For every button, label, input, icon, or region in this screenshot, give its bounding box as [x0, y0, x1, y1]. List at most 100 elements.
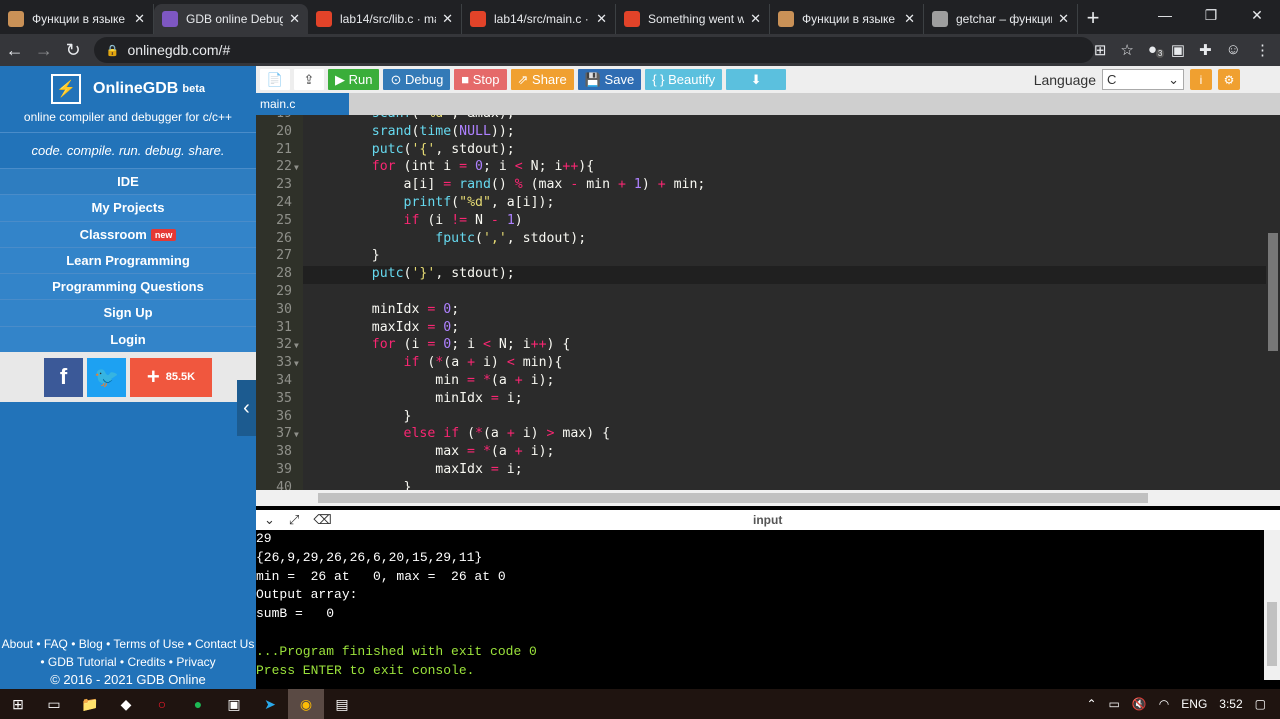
console-scrollbar[interactable] — [1264, 530, 1280, 680]
beautify-button[interactable]: { } Beautify — [645, 69, 723, 90]
back-icon[interactable]: ← — [0, 40, 29, 61]
app-icon[interactable]: ◆ — [108, 689, 144, 719]
close-icon[interactable]: ✕ — [750, 11, 761, 27]
browser-tab[interactable]: Something went w ✕ — [616, 4, 770, 34]
logo-beta: beta — [182, 83, 205, 95]
url-bar[interactable]: 🔒 onlinegdb.com/# — [93, 37, 1094, 63]
gear-icon[interactable]: ⚙ — [1218, 69, 1240, 90]
extension-icon[interactable]: ▣ — [1171, 41, 1185, 59]
extension-badge-icon[interactable]: ● 3 — [1148, 41, 1165, 59]
minimize-icon[interactable]: — — [1142, 0, 1188, 30]
windows-start-icon[interactable]: ⊞ — [0, 689, 36, 719]
footer-links-2[interactable]: • GDB Tutorial • Credits • Privacy — [0, 653, 256, 671]
spotify-icon[interactable]: ● — [180, 689, 216, 719]
editor-vertical-scrollbar[interactable] — [1266, 115, 1280, 490]
fold-arrow-icon[interactable]: ▼ — [294, 163, 299, 172]
upload-button[interactable]: ⇪ — [294, 69, 324, 90]
tab-favicon-icon — [778, 11, 794, 27]
sidebar-item-questions[interactable]: Programming Questions — [0, 273, 256, 300]
save-button[interactable]: 💾 Save — [577, 69, 642, 90]
fold-arrow-icon[interactable]: ▼ — [294, 359, 299, 368]
tab-favicon-icon — [316, 11, 332, 27]
notifications-icon[interactable]: ▢ — [1255, 697, 1266, 711]
info-icon[interactable]: i — [1190, 69, 1212, 90]
expand-icon[interactable]: ⤢ — [289, 512, 299, 528]
chevron-down-icon[interactable]: ⌄ — [264, 512, 275, 528]
footer-links[interactable]: About • FAQ • Blog • Terms of Use • Cont… — [0, 635, 256, 653]
close-window-icon[interactable]: ✕ — [1234, 0, 1280, 30]
profile-avatar[interactable]: ☺ — [1226, 41, 1241, 59]
puzzle-icon[interactable]: ✚ — [1199, 41, 1212, 59]
code-line: minIdx = 0; — [340, 301, 460, 317]
browser-tab[interactable]: Функции в языке ✕ — [770, 4, 924, 34]
close-icon[interactable]: ✕ — [596, 11, 607, 27]
logo[interactable]: ⚡ OnlineGDB beta online compiler and deb… — [0, 66, 256, 132]
sidebar-item-signup[interactable]: Sign Up — [0, 299, 256, 326]
sidebar-item-classroom[interactable]: Classroom new — [0, 220, 256, 247]
browser-tab[interactable]: GDB online Debug ✕ — [154, 4, 308, 34]
clear-console-icon[interactable]: ⌫ — [313, 512, 331, 528]
code-line: maxIdx = 0; — [340, 319, 460, 335]
telegram-icon[interactable]: ➤ — [252, 689, 288, 719]
sidebar-footer: About • FAQ • Blog • Terms of Use • Cont… — [0, 635, 256, 689]
new-file-button[interactable]: 📄 — [260, 69, 290, 90]
run-button[interactable]: ▶ Run — [328, 69, 380, 90]
opera-icon[interactable]: ○ — [144, 689, 180, 719]
code-line: if (i != N - 1) — [403, 212, 523, 228]
browser-tab[interactable]: lab14/src/main.c · ✕ — [462, 4, 616, 34]
close-icon[interactable]: ✕ — [134, 11, 145, 27]
notepad-icon[interactable]: ▤ — [324, 689, 360, 719]
browser-tab[interactable]: Функции в языке ✕ — [0, 4, 154, 34]
close-icon[interactable]: ✕ — [442, 11, 453, 27]
fold-arrow-icon[interactable]: ▼ — [294, 430, 299, 439]
share-count-button[interactable]: +85.5K — [130, 357, 212, 397]
console-line: {26,9,29,26,26,6,20,15,29,11} — [256, 549, 483, 565]
language-select[interactable]: C ⌄ — [1102, 69, 1184, 90]
sidebar-item-learn[interactable]: Learn Programming — [0, 246, 256, 274]
fold-arrow-icon[interactable]: ▼ — [294, 341, 299, 350]
browser-tab[interactable]: getchar – функции ✕ — [924, 4, 1078, 34]
menu-dots-icon[interactable]: ⋮ — [1255, 41, 1270, 59]
share-button[interactable]: ⇗ Share — [510, 69, 574, 90]
twitter-share-button[interactable]: 🐦 — [87, 357, 126, 397]
sidebar-item-ide[interactable]: IDE — [0, 168, 256, 195]
chrome-icon[interactable]: ◉ — [288, 689, 324, 719]
tab-main-c[interactable]: main.c — [256, 93, 349, 115]
task-view-icon[interactable]: ▭ — [36, 689, 72, 719]
close-icon[interactable]: ✕ — [1058, 11, 1069, 27]
reload-icon[interactable]: ↻ — [59, 40, 88, 61]
explorer-icon[interactable]: 📁 — [72, 689, 108, 719]
app-icon[interactable]: ▣ — [216, 689, 252, 719]
chevron-up-icon[interactable]: ⌃ — [1086, 697, 1096, 711]
scroll-thumb[interactable] — [1268, 233, 1278, 351]
clock[interactable]: 3:52 — [1219, 697, 1242, 711]
new-tab-button[interactable]: + — [1078, 4, 1108, 34]
translate-icon[interactable]: ⊞ — [1094, 41, 1107, 59]
output-console[interactable]: 29 {26,9,29,26,26,6,20,15,29,11} min = 26 … — [256, 530, 1280, 680]
battery-icon[interactable]: ▭ — [1109, 697, 1120, 711]
sidebar-item-projects[interactable]: My Projects — [0, 194, 256, 221]
bookmark-star-icon[interactable]: ☆ — [1120, 41, 1133, 59]
collapse-sidebar-button[interactable]: ‹ — [237, 380, 256, 436]
console-line: sumB = 0 — [256, 606, 335, 622]
sidebar-item-login[interactable]: Login — [0, 325, 256, 353]
editor-horizontal-scrollbar[interactable] — [256, 490, 1280, 506]
stop-button[interactable]: ■ Stop — [454, 69, 507, 90]
language-indicator[interactable]: ENG — [1181, 697, 1207, 711]
code-editor[interactable]: 19 scanf("%d", &max); 20 srand(time(NULL)… — [256, 115, 1280, 490]
debug-button[interactable]: ⊙ Debug — [383, 69, 451, 90]
line-number: 28 — [276, 266, 292, 282]
scroll-thumb[interactable] — [318, 493, 1148, 503]
download-button[interactable]: ⬇ — [726, 69, 787, 90]
logo-subtitle: online compiler and debugger for c/c++ — [23, 110, 233, 124]
forward-icon[interactable]: → — [29, 40, 58, 61]
scroll-thumb[interactable] — [1267, 602, 1277, 666]
close-icon[interactable]: ✕ — [289, 11, 300, 27]
close-icon[interactable]: ✕ — [904, 11, 915, 27]
browser-tab[interactable]: lab14/src/lib.c · ma ✕ — [308, 4, 462, 34]
wifi-icon[interactable]: ◠ — [1159, 697, 1169, 711]
facebook-share-button[interactable]: f — [44, 357, 83, 397]
volume-icon[interactable]: 🔇 — [1132, 697, 1147, 711]
tab-title: getchar – функции — [956, 12, 1053, 26]
maximize-icon[interactable]: ❐ — [1188, 0, 1234, 30]
